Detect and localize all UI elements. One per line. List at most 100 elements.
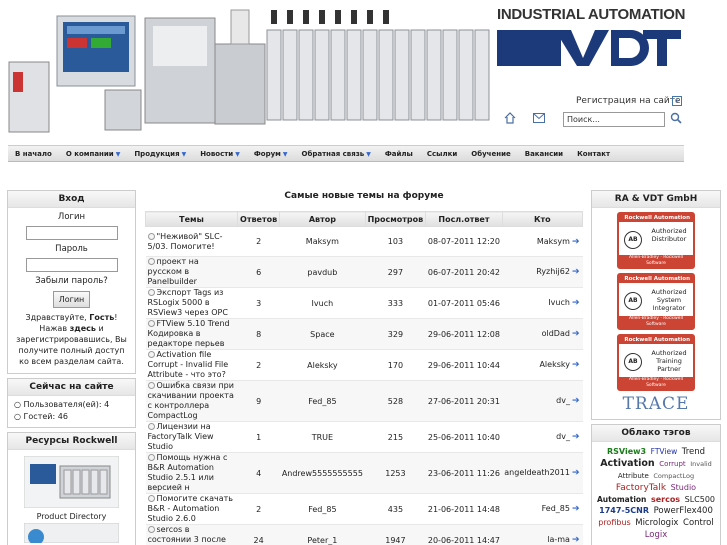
last-poster-link[interactable]: dv_ — [556, 432, 570, 441]
topic-link[interactable]: sercos в состоянии 3 после замены — [148, 525, 226, 545]
tag-link[interactable]: 1747-5CNR — [599, 506, 649, 515]
column-header[interactable]: Ответов — [236, 211, 281, 227]
tag-link[interactable]: Control — [683, 518, 714, 528]
last-poster-link[interactable]: Ryzhij62 — [536, 267, 570, 276]
partner-badge[interactable]: Rockwell Automation AB Authorized System Int… — [617, 273, 695, 330]
last-poster-link[interactable]: Ivuch — [548, 298, 570, 307]
column-header[interactable]: Просмотров — [364, 211, 427, 227]
column-header[interactable]: Автор — [279, 211, 366, 227]
product-directory-link[interactable]: Product Directory — [8, 512, 135, 521]
arrow-right-icon[interactable]: ➔ — [572, 396, 580, 406]
badge-line: Partner — [657, 365, 681, 373]
nav-item[interactable]: В начало — [8, 150, 59, 158]
resources-box: Ресурсы Rockwell Product Directory — [7, 432, 136, 545]
tag-link[interactable]: Logix — [645, 530, 668, 540]
tag-link[interactable]: Micrologix — [635, 518, 678, 528]
tag-link[interactable]: Attribute — [618, 472, 649, 480]
arrow-right-icon[interactable]: ➔ — [572, 504, 580, 514]
author-cell[interactable]: Fed_85 — [279, 493, 366, 525]
tag-link[interactable]: FTView — [651, 447, 678, 456]
author-cell[interactable]: pavdub — [279, 256, 366, 288]
tag-link[interactable]: profibus — [598, 518, 630, 527]
password-field[interactable] — [25, 258, 118, 272]
topic-link[interactable]: FTView 5.10 Trend Кодировка в редакторе … — [148, 319, 230, 348]
search-icon[interactable] — [670, 112, 682, 124]
product-directory-image[interactable] — [23, 455, 120, 509]
author-cell[interactable]: Maksym — [279, 226, 366, 257]
tag-link[interactable]: Automation — [597, 495, 646, 504]
nav-item[interactable]: Продукция ▼ — [127, 150, 193, 158]
last-poster-link[interactable]: Maksym — [537, 237, 570, 246]
last-poster-link[interactable]: angeldeath2011 — [504, 468, 570, 477]
arrow-right-icon[interactable]: ➔ — [572, 298, 580, 308]
mail-icon[interactable] — [533, 113, 545, 123]
arrow-right-icon[interactable]: ➔ — [572, 267, 580, 277]
last-poster-link[interactable]: oldDad — [542, 329, 570, 338]
nav-item[interactable]: Вакансии — [518, 150, 570, 158]
partner-badge[interactable]: Rockwell Automation AB Authorized Distribut… — [617, 212, 695, 269]
last-poster-link[interactable]: dv_ — [556, 396, 570, 405]
author-cell[interactable]: Ivuch — [279, 287, 366, 319]
column-header[interactable]: Кто — [501, 211, 584, 227]
topic-link[interactable]: Экспорт Tags из RSLogix 5000 в RSView3 ч… — [148, 288, 228, 317]
topic-link[interactable]: Activation file Corrupt - Invalid File A… — [148, 350, 229, 379]
author-cell[interactable]: Peter_1 — [279, 524, 366, 545]
author-cell[interactable]: Space — [279, 318, 366, 350]
tag-link[interactable]: Invalid — [690, 460, 712, 468]
topic-link[interactable]: Помощь нужна с B&R Automation Studio 2.5… — [148, 453, 228, 492]
column-header[interactable]: Темы — [145, 211, 238, 227]
login-field[interactable] — [25, 226, 118, 240]
column-header[interactable]: Посл.ответ — [425, 211, 503, 227]
tag-link[interactable]: PowerFlex400 — [654, 506, 713, 516]
login-button[interactable]: Логин — [52, 291, 91, 308]
nav-item[interactable]: Форум ▼ — [247, 150, 295, 158]
arrow-right-icon[interactable]: ➔ — [572, 237, 580, 247]
tag-link[interactable]: Corrupt — [659, 460, 685, 468]
author-cell[interactable]: Aleksky — [279, 349, 366, 381]
topic-link[interactable]: Помогите скачать B&R - Automation Studio… — [148, 494, 234, 523]
nav-item[interactable]: Новости ▼ — [193, 150, 247, 158]
author-cell[interactable]: Fed_85 — [279, 380, 366, 422]
arrow-right-icon[interactable]: ➔ — [572, 432, 580, 442]
topic-link[interactable]: Ошибка связи при скачивании проекта с ко… — [148, 381, 234, 420]
register-here-link[interactable]: здесь — [70, 324, 96, 333]
last-poster-link[interactable]: la-ma — [547, 535, 570, 544]
register-arrow-button[interactable]: » — [672, 96, 682, 106]
author-cell[interactable]: TRUE — [279, 421, 366, 453]
tag-link[interactable]: CompactLog — [653, 472, 694, 480]
tag-link[interactable]: FactoryTalk — [616, 483, 666, 493]
nav-item[interactable]: Файлы — [378, 150, 420, 158]
search-input[interactable]: Поиск... — [563, 112, 665, 127]
tag-link[interactable]: Studio — [671, 483, 696, 492]
forgot-password-link[interactable]: Забыли пароль? — [16, 275, 127, 288]
topic-cell: Помогите скачать B&R - Automation Studio… — [145, 493, 238, 525]
tag-link[interactable]: Trend — [682, 447, 705, 457]
arrow-right-icon[interactable]: ➔ — [572, 468, 580, 478]
partners-box: RA & VDT GmbH Rockwell Automation AB Autho… — [591, 190, 721, 420]
topic-icon — [147, 289, 155, 296]
arrow-right-icon[interactable]: ➔ — [572, 360, 580, 370]
tag-link[interactable]: Activation — [600, 458, 654, 469]
tag-link[interactable]: RSView3 — [607, 447, 646, 456]
vdt-logo[interactable] — [497, 26, 681, 70]
resource-image-2[interactable] — [23, 522, 120, 545]
topic-link[interactable]: Лицензии на FactoryTalk View Studio — [148, 422, 214, 451]
arrow-right-icon[interactable]: ➔ — [572, 329, 580, 339]
tag-link[interactable]: sercos — [651, 495, 680, 504]
trace-logo[interactable]: TRACE — [592, 394, 720, 414]
nav-item[interactable]: О компании ▼ — [59, 150, 128, 158]
tag-link[interactable]: SLC500 — [685, 495, 715, 504]
topic-link[interactable]: "Неживой" SLC-5/03. Помогите! — [148, 232, 223, 251]
register-link[interactable]: Регистрация на сайте — [576, 96, 681, 106]
last-poster-link[interactable]: Fed_85 — [542, 504, 570, 513]
home-icon[interactable] — [504, 112, 516, 124]
nav-item[interactable]: Обратная связь ▼ — [295, 150, 378, 158]
nav-item[interactable]: Обучение — [464, 150, 517, 158]
topic-link[interactable]: проект на русском в Panelbuilder — [148, 257, 199, 286]
partner-badge[interactable]: Rockwell Automation AB Authorized Training P… — [617, 334, 695, 391]
last-poster-link[interactable]: Aleksky — [539, 360, 570, 369]
nav-item[interactable]: Контакт — [570, 150, 617, 158]
arrow-right-icon[interactable]: ➔ — [572, 535, 580, 545]
nav-item[interactable]: Ссылки — [420, 150, 464, 158]
author-cell[interactable]: Andrew5555555555 — [279, 452, 366, 494]
